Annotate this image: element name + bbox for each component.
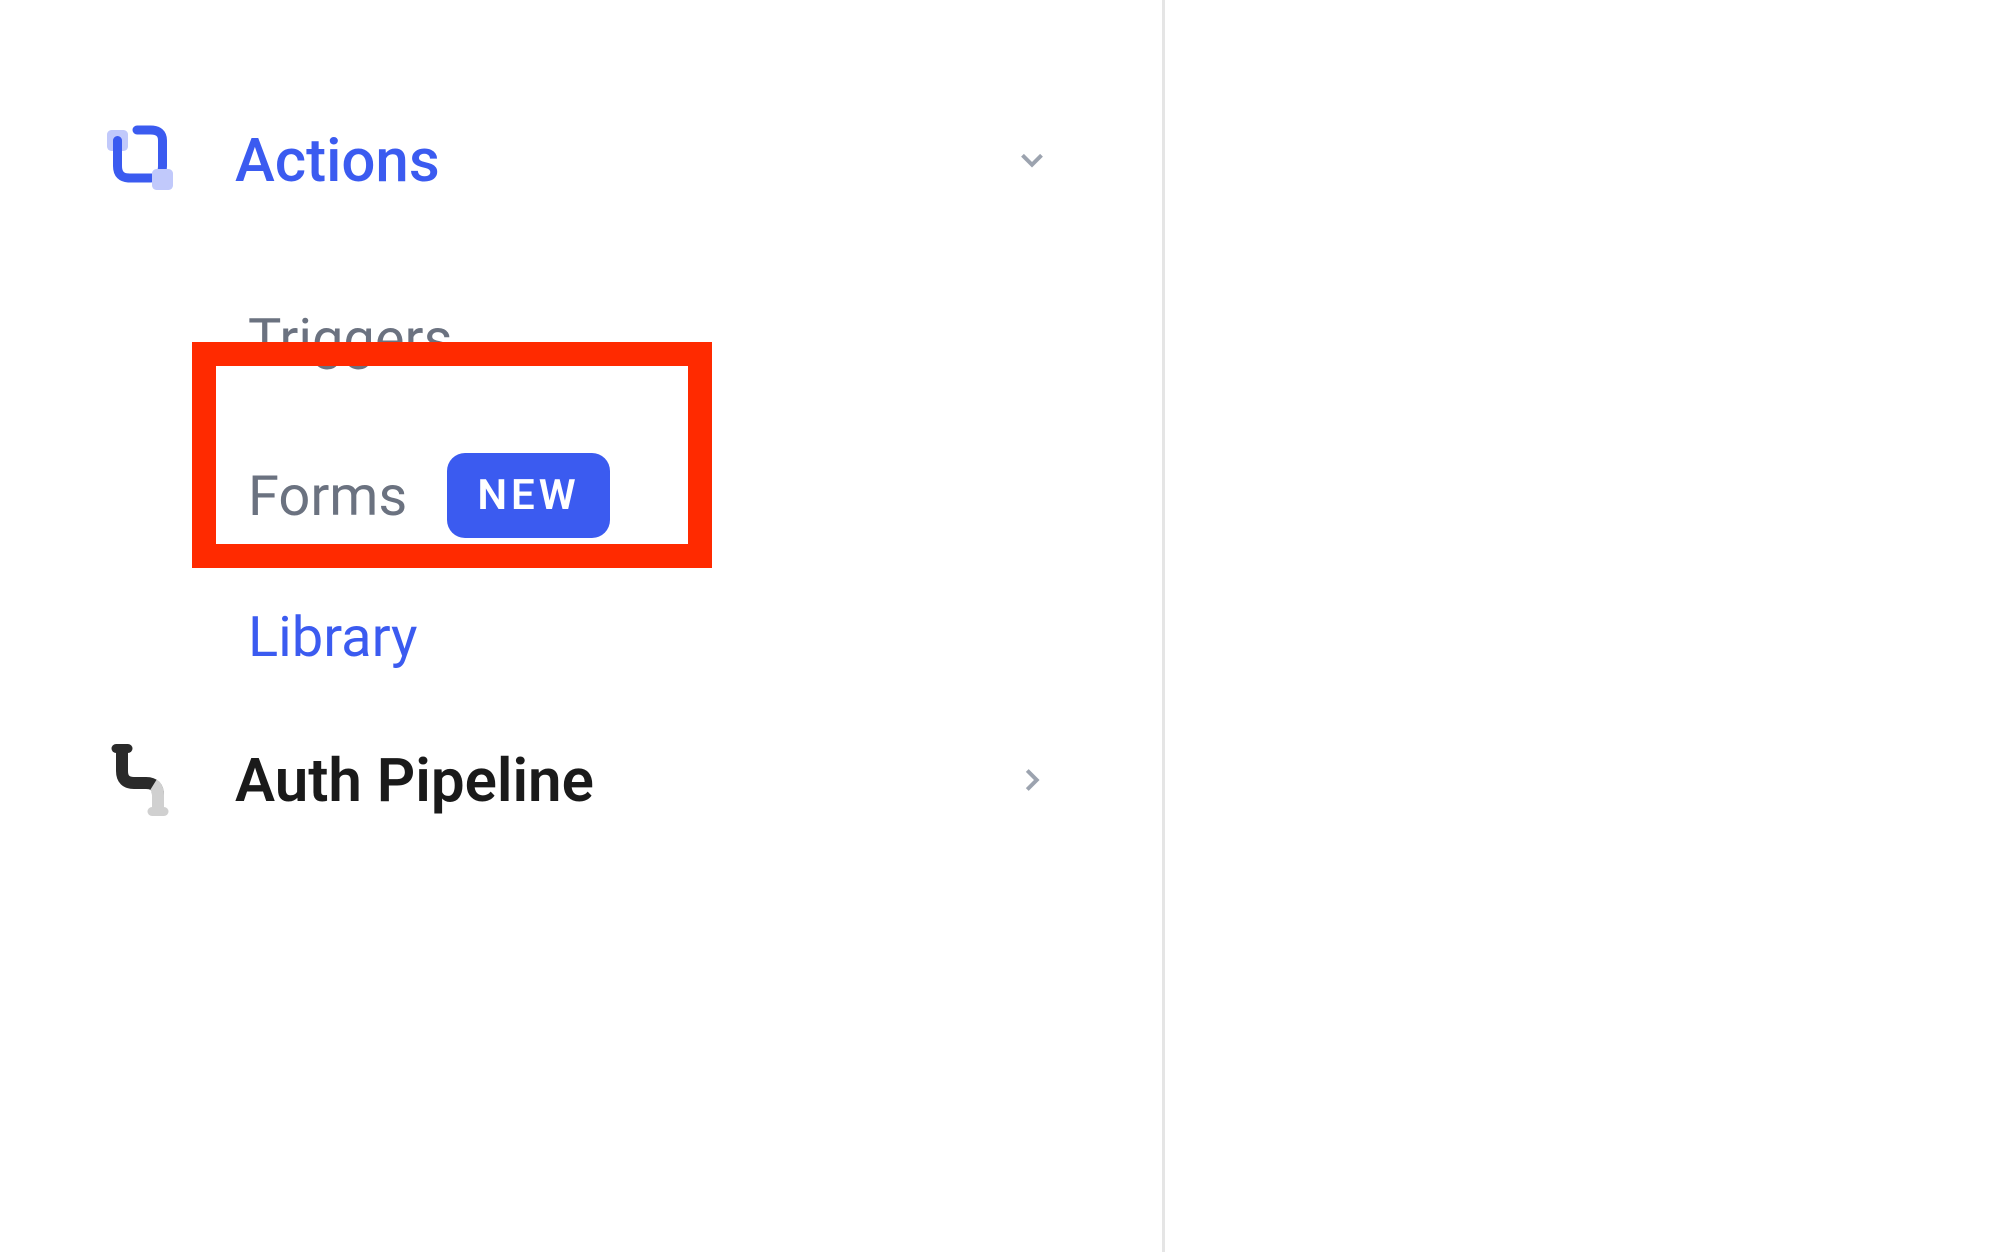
chevron-right-icon (1012, 760, 1052, 800)
new-badge: NEW (447, 453, 609, 538)
auth-pipeline-icon (100, 740, 180, 820)
sidebar-item-triggers[interactable]: Triggers (0, 270, 1162, 408)
sidebar-section-auth-pipeline[interactable]: Auth Pipeline (0, 720, 1162, 840)
sidebar-item-forms[interactable]: Forms NEW (0, 417, 1162, 574)
sidebar-section-auth-pipeline-label: Auth Pipeline (235, 745, 1012, 816)
sidebar-item-library-label: Library (248, 604, 418, 670)
sidebar-item-triggers-label: Triggers (248, 306, 452, 372)
sidebar-section-actions-label: Actions (235, 125, 1012, 196)
chevron-down-icon (1012, 140, 1052, 180)
sidebar-item-forms-label: Forms (248, 463, 407, 529)
actions-icon (100, 120, 180, 200)
sidebar: Actions Triggers Forms NEW Library (0, 0, 1165, 1252)
sidebar-item-library[interactable]: Library (0, 568, 1162, 706)
sidebar-section-actions[interactable]: Actions (0, 100, 1162, 220)
